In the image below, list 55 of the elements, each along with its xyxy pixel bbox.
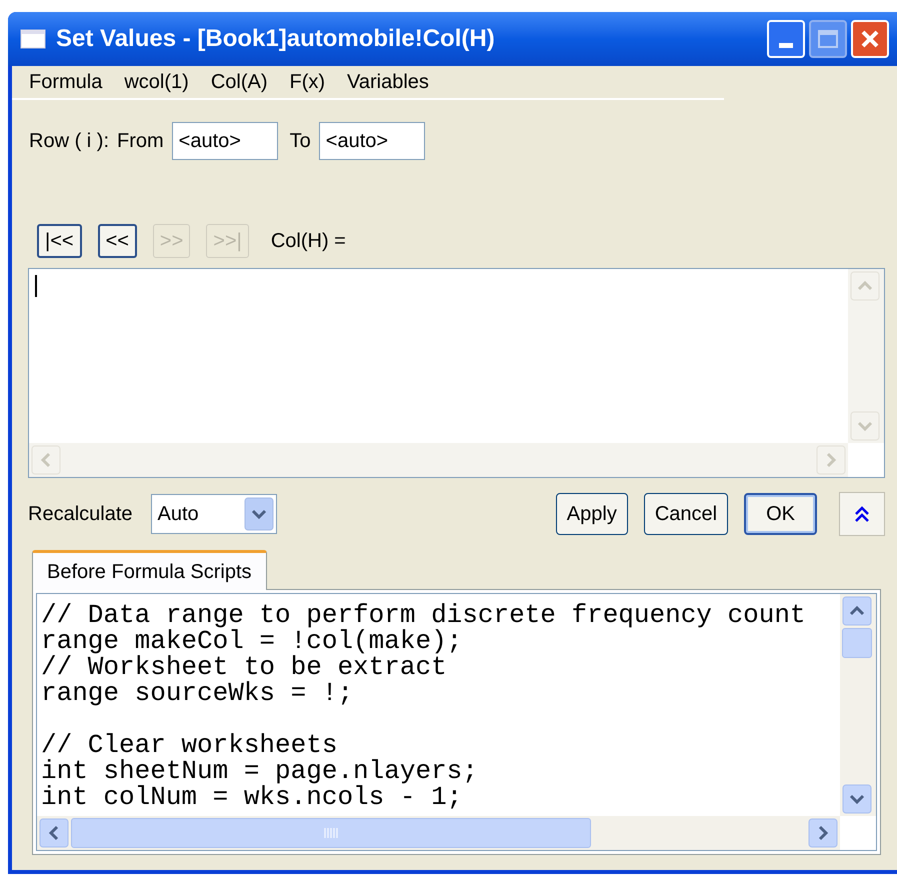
code-line: // Data range to perform discrete frequency count (41, 602, 807, 628)
recalculate-label: Recalculate (28, 502, 133, 527)
grip-icon (324, 828, 338, 838)
scroll-left-icon (39, 818, 69, 848)
scroll-thumb[interactable] (842, 628, 872, 658)
menu-item[interactable]: Col(A) (210, 67, 268, 97)
formula-label: Col(H) = (270, 229, 346, 254)
close-button[interactable] (851, 20, 889, 58)
code-line: range makeCol = !col(make); (41, 628, 464, 654)
formula-editor[interactable] (28, 268, 885, 478)
code-line: int sheetNum = page.nlayers; (41, 758, 479, 784)
code-line: range sourceWks = !; (41, 680, 354, 706)
scroll-down-icon (850, 411, 880, 441)
window-title: Set Values - [Book1]automobile!Col(H) (56, 24, 496, 54)
tab[interactable]: Before Formula Scripts (32, 550, 267, 590)
from-label: From (117, 129, 164, 154)
collapse-button[interactable] (839, 492, 885, 536)
horizontal-scrollbar[interactable] (37, 816, 840, 850)
row-label: Row ( i ): (29, 129, 109, 154)
maximize-icon (818, 30, 838, 48)
horizontal-scrollbar[interactable] (29, 443, 848, 477)
minimize-button[interactable] (767, 20, 805, 58)
recalculate-dropdown[interactable]: Auto (150, 494, 277, 534)
from-field[interactable]: <auto> (172, 122, 278, 160)
code-line: // Worksheet to be extract (41, 654, 447, 680)
close-icon (860, 29, 880, 49)
scroll-up-icon (842, 596, 872, 626)
dropdown-value: Auto (158, 502, 199, 527)
code-line: // Clear worksheets (41, 732, 338, 758)
navigation-button[interactable]: << (98, 224, 137, 258)
window-icon (20, 29, 46, 49)
menu-item[interactable]: F(x) (289, 67, 326, 97)
dialog-button[interactable]: OK (744, 493, 817, 535)
vertical-scrollbar[interactable] (840, 594, 876, 816)
scroll-right-icon (808, 818, 838, 848)
to-field[interactable]: <auto> (318, 122, 425, 160)
menu-item[interactable]: Variables (347, 67, 429, 97)
vertical-scrollbar[interactable] (848, 269, 884, 443)
scroll-left-icon (31, 445, 61, 475)
scroll-right-icon (816, 445, 846, 475)
navigation-button[interactable]: |<< (37, 224, 82, 258)
to-label: To (290, 129, 311, 154)
scroll-up-icon (850, 271, 880, 301)
scroll-thumb[interactable] (71, 818, 591, 848)
scroll-down-icon (842, 784, 872, 814)
dialog-button[interactable]: Apply (556, 493, 628, 535)
minimize-icon (779, 43, 793, 48)
dialog-button[interactable]: Cancel (644, 493, 728, 535)
text-cursor (35, 275, 37, 297)
script-editor[interactable] (36, 593, 877, 851)
maximize-button[interactable] (809, 20, 847, 58)
menu-item[interactable]: Formula (29, 67, 102, 97)
menu-item[interactable]: wcol(1) (124, 67, 189, 97)
code-line: int colNum = wks.ncols - 1; (41, 784, 462, 810)
double-chevron-up-icon (854, 504, 870, 524)
